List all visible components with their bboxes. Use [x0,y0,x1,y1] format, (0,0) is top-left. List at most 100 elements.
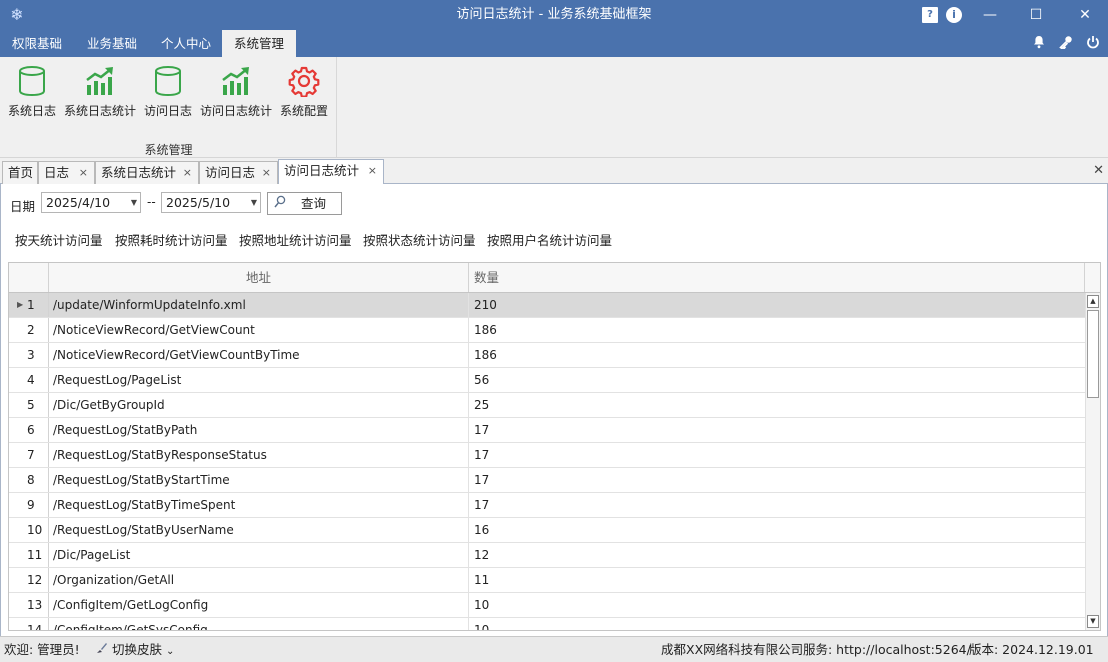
cell-path[interactable]: /Dic/GetByGroupId [49,393,469,417]
cell-path[interactable]: /RequestLog/StatByStartTime [49,468,469,492]
ribbon-group-system: 系统日志 系统日志统计 访问日志 访问日志统计 系统配置 系统管理 [0,57,337,157]
cell-count[interactable]: 16 [469,518,1085,542]
row-number: 2 [9,318,49,342]
table-row[interactable]: 6 /RequestLog/StatByPath 17 [9,418,1085,443]
row-number: 1 [27,298,35,312]
cell-path[interactable]: /Organization/GetAll [49,568,469,592]
menu-tab-system[interactable]: 系统管理 [222,30,297,57]
cell-count[interactable]: 12 [469,543,1085,567]
stat-tab-by-path[interactable]: 按照地址统计访问量 [239,230,352,252]
stat-tab-by-time-spent[interactable]: 按照耗时统计访问量 [115,230,228,252]
menu-tab-business[interactable]: 业务基础 [75,30,149,57]
ribbon-system-config-button[interactable]: 系统配置 [278,65,330,123]
ribbon-button-label: 访问日志 [143,104,192,118]
table-row[interactable]: 14 /ConfigItem/GetSysConfig 10 [9,618,1085,630]
ribbon-system-log-stat-button[interactable]: 系统日志统计 [62,65,138,123]
cell-path[interactable]: /RequestLog/StatByResponseStatus [49,443,469,467]
cell-path[interactable]: /ConfigItem/GetSysConfig [49,618,469,630]
doc-tab-home[interactable]: 首页 [2,161,38,184]
document-tabs: 首页 日志 × 系统日志统计 × 访问日志 × 访问日志统计 × ✕ [0,158,1108,184]
doc-tab-access-log-stat[interactable]: 访问日志统计 × [278,159,384,184]
close-window-button[interactable]: ✕ [1062,0,1108,30]
start-date-input[interactable]: 2025/4/10 ▼ [41,192,141,213]
cell-count[interactable]: 17 [469,468,1085,492]
close-tab-icon[interactable]: × [262,162,271,184]
ribbon-button-label: 系统日志 [7,104,56,118]
help-icon[interactable]: ? [922,7,938,23]
vertical-scrollbar[interactable]: ▲ ▼ [1085,293,1100,630]
cell-path[interactable]: /update/WinformUpdateInfo.xml [49,293,469,317]
cell-path[interactable]: /Dic/PageList [49,543,469,567]
switch-skin-button[interactable]: 切换皮肤 ⌄ [96,637,174,662]
cell-count[interactable]: 25 [469,393,1085,417]
column-header-count[interactable]: 数量 [469,263,1085,292]
table-row[interactable]: 4 /RequestLog/PageList 56 [9,368,1085,393]
scroll-up-icon[interactable]: ▲ [1087,295,1099,308]
cell-count[interactable]: 17 [469,443,1085,467]
row-number: 12 [9,568,49,592]
doc-tab-access-log[interactable]: 访问日志 × [199,161,278,184]
table-row[interactable]: 12 /Organization/GetAll 11 [9,568,1085,593]
info-icon[interactable]: i [946,7,962,23]
chevron-down-icon[interactable]: ▼ [251,193,257,212]
doc-tab-label: 系统日志统计 [101,165,177,180]
key-icon[interactable] [1057,35,1075,53]
table-row[interactable]: 3 /NoticeViewRecord/GetViewCountByTime 1… [9,343,1085,368]
table-row[interactable]: 10 /RequestLog/StatByUserName 16 [9,518,1085,543]
table-row[interactable]: 11 /Dic/PageList 12 [9,543,1085,568]
stat-tab-by-username[interactable]: 按照用户名统计访问量 [487,230,612,252]
table-row[interactable]: 13 /ConfigItem/GetLogConfig 10 [9,593,1085,618]
cell-count[interactable]: 17 [469,418,1085,442]
minimize-button[interactable]: — [967,0,1013,30]
ribbon-access-log-stat-button[interactable]: 访问日志统计 [198,65,274,123]
cell-path[interactable]: /RequestLog/StatByPath [49,418,469,442]
maximize-button[interactable]: ☐ [1013,0,1059,30]
bell-icon[interactable] [1030,35,1048,53]
table-row[interactable]: 9 /RequestLog/StatByTimeSpent 17 [9,493,1085,518]
cell-path[interactable]: /NoticeViewRecord/GetViewCountByTime [49,343,469,367]
table-row[interactable]: 7 /RequestLog/StatByResponseStatus 17 [9,443,1085,468]
doc-tab-log[interactable]: 日志 × [38,161,95,184]
start-date-value: 2025/4/10 [46,195,111,210]
close-tab-icon[interactable]: × [79,162,88,184]
cell-count[interactable]: 210 [469,293,1085,317]
table-row[interactable]: 8 /RequestLog/StatByStartTime 17 [9,468,1085,493]
cell-count[interactable]: 10 [469,618,1085,630]
close-tab-icon[interactable]: × [368,160,377,182]
row-number: 11 [9,543,49,567]
cell-count[interactable]: 186 [469,343,1085,367]
ribbon-system-log-button[interactable]: 系统日志 [6,65,58,123]
table-row[interactable]: 2 /NoticeViewRecord/GetViewCount 186 [9,318,1085,343]
ribbon-access-log-button[interactable]: 访问日志 [142,65,194,123]
scroll-thumb[interactable] [1087,310,1099,398]
cell-count[interactable]: 11 [469,568,1085,592]
close-tab-icon[interactable]: × [183,162,192,184]
database-icon [19,66,45,97]
stat-tab-by-status[interactable]: 按照状态统计访问量 [363,230,476,252]
table-row[interactable]: 5 /Dic/GetByGroupId 25 [9,393,1085,418]
cell-path[interactable]: /NoticeViewRecord/GetViewCount [49,318,469,342]
menu-tab-permission[interactable]: 权限基础 [0,30,74,57]
cell-path[interactable]: /RequestLog/StatByTimeSpent [49,493,469,517]
menu-tab-personal[interactable]: 个人中心 [149,30,223,57]
doc-tab-label: 首页 [8,165,34,180]
cell-count[interactable]: 186 [469,318,1085,342]
cell-count[interactable]: 10 [469,593,1085,617]
query-button[interactable]: 查询 [267,192,342,215]
row-pointer-icon: ▶ [17,300,24,309]
scroll-down-icon[interactable]: ▼ [1087,615,1099,628]
cell-count[interactable]: 17 [469,493,1085,517]
close-all-tabs-icon[interactable]: ✕ [1093,163,1104,178]
doc-tab-system-log-stat[interactable]: 系统日志统计 × [95,161,199,184]
cell-path[interactable]: /RequestLog/PageList [49,368,469,392]
cell-path[interactable]: /ConfigItem/GetLogConfig [49,593,469,617]
cell-count[interactable]: 56 [469,368,1085,392]
stat-tab-by-day[interactable]: 按天统计访问量 [15,230,103,252]
power-icon[interactable] [1084,35,1102,53]
column-header-address[interactable]: 地址 [49,263,469,292]
cell-path[interactable]: /RequestLog/StatByUserName [49,518,469,542]
chevron-down-icon[interactable]: ▼ [131,193,137,212]
ribbon-button-label: 系统配置 [279,104,328,118]
end-date-input[interactable]: 2025/5/10 ▼ [161,192,261,213]
table-row[interactable]: ▶ 1 /update/WinformUpdateInfo.xml 210 [9,293,1085,318]
